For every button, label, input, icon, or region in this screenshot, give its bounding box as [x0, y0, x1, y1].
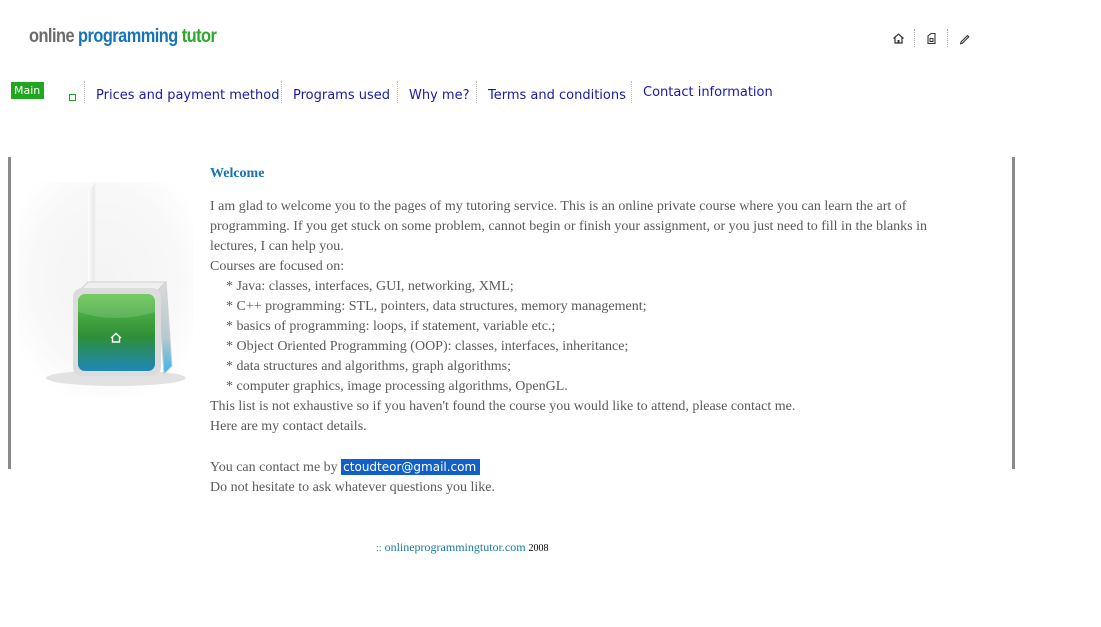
- intro-paragraph: I am glad to welcome you to the pages of…: [210, 199, 927, 254]
- active-indicator: [69, 94, 76, 101]
- nav-main-page[interactable]: Main page: [11, 82, 45, 114]
- home-icon[interactable]: [889, 29, 907, 47]
- icon-divider: [947, 29, 948, 47]
- email-link[interactable]: ctoudteor@gmail.com: [341, 459, 481, 475]
- logo-word-tutor: tutor: [181, 26, 217, 47]
- nav-divider: [281, 81, 282, 103]
- nav-divider: [397, 81, 398, 103]
- bookmark-icon[interactable]: [922, 29, 940, 47]
- footer-year: 2008: [528, 543, 549, 554]
- nav-prices[interactable]: Prices and payment method: [96, 88, 279, 103]
- courses-heading: Courses are focused on:: [210, 259, 345, 274]
- nav-divider: [84, 81, 85, 103]
- footer-site-link[interactable]: onlineprogrammingtutor.com: [385, 540, 526, 554]
- nav-contact[interactable]: Contact information: [643, 85, 773, 100]
- contact-line: You can contact me by ctoudteor@gmail.co…: [210, 457, 930, 478]
- footer-dots: ::: [376, 543, 382, 554]
- site-logo[interactable]: online programming tutor: [29, 26, 217, 48]
- nav-terms[interactable]: Terms and conditions: [488, 88, 626, 103]
- course-item: * Java: classes, interfaces, GUI, networ…: [226, 279, 514, 294]
- closing-text: Do not hesitate to ask whatever question…: [210, 480, 495, 495]
- left-border-bar: [8, 157, 11, 469]
- top-icon-bar: [889, 29, 973, 47]
- course-item: * Object Oriented Programming (OOP): cla…: [226, 339, 629, 354]
- nav-why-me[interactable]: Why me?: [409, 88, 469, 103]
- logo-word-programming: programming: [78, 26, 178, 47]
- page-title: Welcome: [210, 166, 265, 181]
- right-border-bar: [1012, 157, 1015, 469]
- course-item: * computer graphics, image processing al…: [226, 379, 568, 394]
- course-item: * data structures and algorithms, graph …: [226, 359, 511, 374]
- contact-prefix: You can contact me by: [210, 460, 338, 475]
- not-exhaustive-text: This list is not exhaustive so if you ha…: [210, 399, 796, 414]
- icon-divider: [914, 29, 915, 47]
- main-content: Welcome I am glad to welcome you to the …: [210, 164, 930, 498]
- cube-home-graphic: [18, 182, 193, 397]
- course-item: * basics of programming: loops, if state…: [226, 319, 556, 334]
- nav-programs-used[interactable]: Programs used: [293, 88, 390, 103]
- nav-divider: [476, 81, 477, 103]
- logo-word-online: online: [29, 26, 75, 47]
- footer: :: onlineprogrammingtutor.com 2008: [376, 540, 549, 555]
- nav-divider: [631, 81, 632, 103]
- course-item: * C++ programming: STL, pointers, data s…: [226, 299, 647, 314]
- contact-details-text: Here are my contact details.: [210, 419, 367, 434]
- edit-icon[interactable]: [955, 29, 973, 47]
